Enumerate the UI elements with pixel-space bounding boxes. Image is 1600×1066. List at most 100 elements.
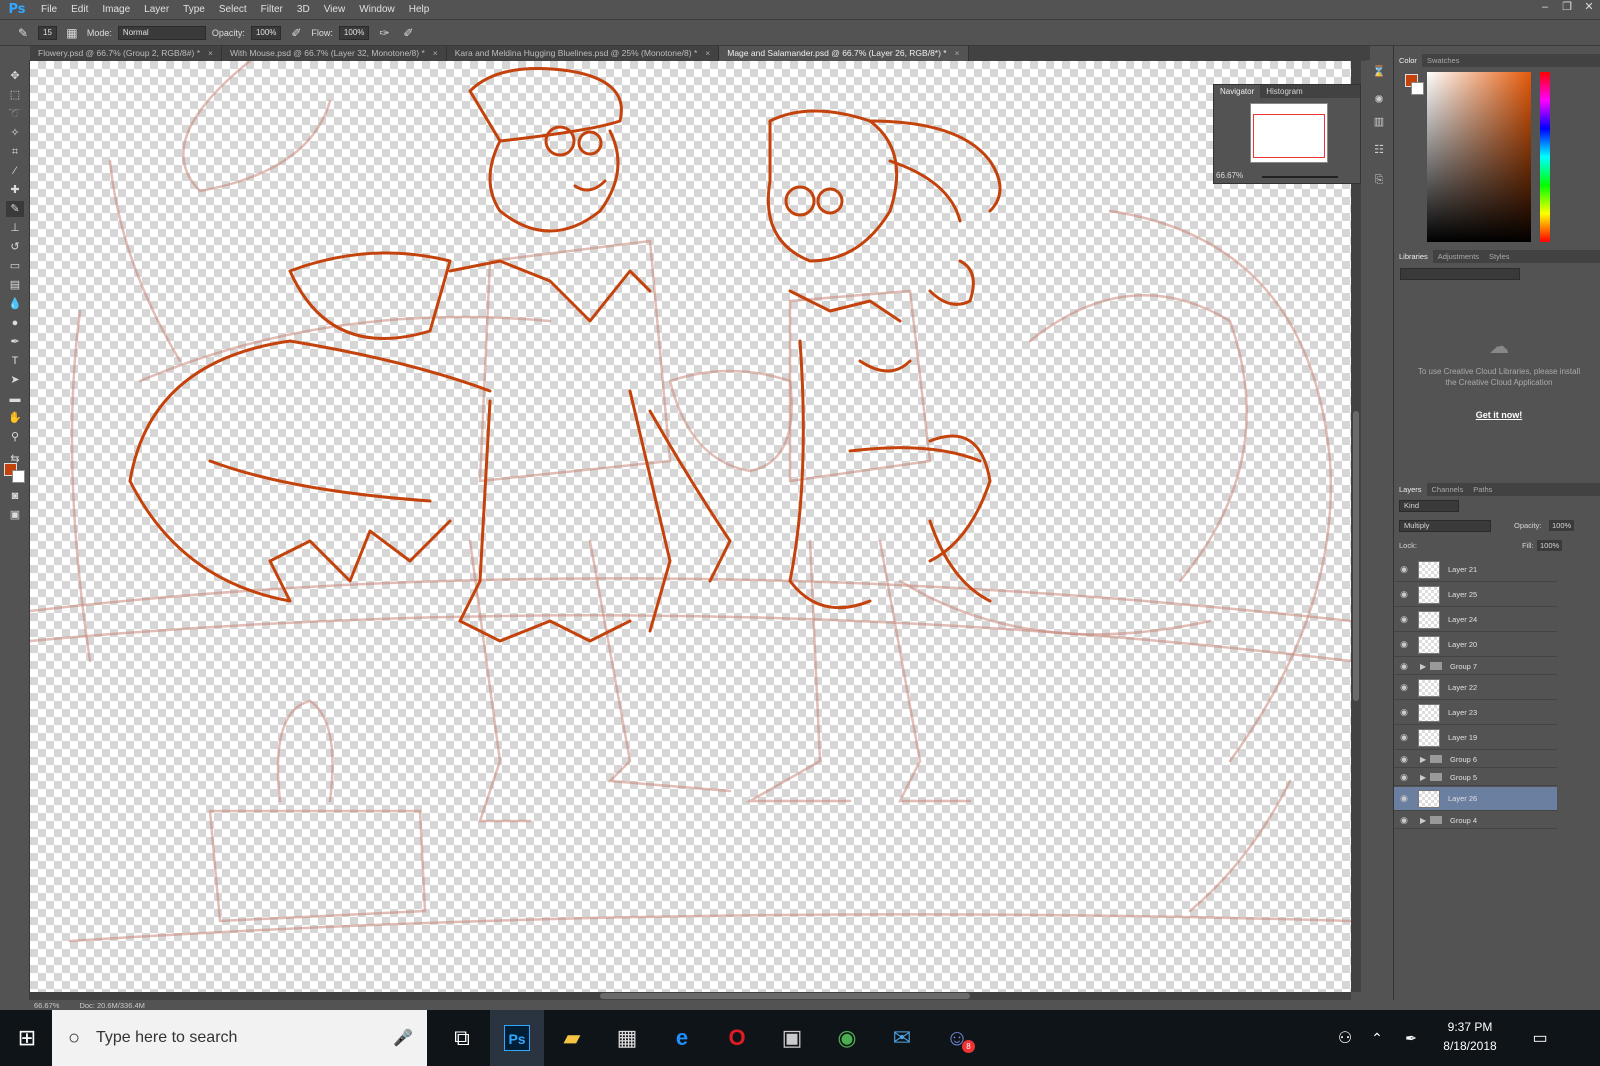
type-tool-icon[interactable]: T — [6, 353, 24, 369]
flow-field[interactable]: 100% — [338, 25, 370, 40]
visibility-eye-icon[interactable]: ◉ — [1394, 732, 1414, 743]
layer-row[interactable]: ◉ Layer 24 — [1394, 608, 1557, 632]
menu-file[interactable]: File — [34, 4, 64, 15]
tab-color[interactable]: Color — [1394, 54, 1422, 67]
airbrush-icon[interactable]: ✑ — [375, 24, 393, 42]
taskbar-search-box[interactable]: ○ Type here to search 🎤 — [52, 1010, 427, 1066]
hand-tool-icon[interactable]: ✋ — [6, 410, 24, 426]
menu-edit[interactable]: Edit — [64, 4, 95, 15]
quick-mask-icon[interactable]: ◙ — [6, 488, 24, 504]
status-doc-size[interactable]: Doc: 20.6M/336.4M — [79, 1001, 144, 1010]
pressure-opacity-icon[interactable]: ✐ — [287, 24, 305, 42]
group-row[interactable]: ◉ ▶ Group 7 — [1394, 658, 1557, 675]
menu-type[interactable]: Type — [176, 4, 212, 15]
dodge-tool-icon[interactable]: ● — [6, 315, 24, 331]
visibility-eye-icon[interactable]: ◉ — [1394, 754, 1414, 765]
brush-preset-icon[interactable]: ✎ — [14, 24, 32, 42]
tab-flowery[interactable]: Flowery.psd @ 66.7% (Group 2, RGB/8#) * × — [30, 46, 222, 61]
vertical-scrollbar[interactable] — [1351, 61, 1361, 992]
visibility-eye-icon[interactable]: ◉ — [1394, 815, 1414, 826]
visibility-eye-icon[interactable]: ◉ — [1394, 614, 1414, 625]
microphone-icon[interactable]: 🎤 — [393, 1028, 413, 1048]
gradient-tool-icon[interactable]: ▤ — [6, 277, 24, 293]
horizontal-scroll-thumb[interactable] — [600, 993, 970, 999]
group-row[interactable]: ◉ ▶ Group 5 — [1394, 769, 1557, 786]
expand-arrow-icon[interactable]: ▶ — [1420, 773, 1430, 782]
tab-with-mouse[interactable]: With Mouse.psd @ 66.7% (Layer 32, Monoto… — [222, 46, 447, 61]
zoom-tool-icon[interactable]: ⚲ — [6, 429, 24, 445]
document-canvas[interactable] — [30, 61, 1351, 992]
fill-field[interactable]: 100% — [1537, 540, 1563, 551]
task-view-icon[interactable]: ⧉ — [435, 1010, 489, 1066]
layer-row-selected[interactable]: ◉ Layer 26 — [1394, 787, 1557, 811]
layer-row[interactable]: ◉ Layer 22 — [1394, 676, 1557, 700]
navigator-zoom-slider[interactable] — [1262, 176, 1338, 178]
move-tool-icon[interactable]: ✥ — [6, 68, 24, 84]
windows-start-icon[interactable]: ⊞ — [0, 1010, 54, 1066]
tab-kara-meldina[interactable]: Kara and Meldina Hugging Bluelines.psd @… — [447, 46, 720, 61]
menu-image[interactable]: Image — [95, 4, 137, 15]
taskbar-clock[interactable]: 9:37 PM 8/18/2018 — [1430, 1018, 1510, 1056]
menu-select[interactable]: Select — [212, 4, 254, 15]
navigator-thumbnail[interactable] — [1250, 103, 1328, 163]
menu-filter[interactable]: Filter — [254, 4, 290, 15]
tab-navigator[interactable]: Navigator — [1214, 85, 1261, 98]
opacity-field[interactable]: 100% — [250, 25, 282, 40]
crop-tool-icon[interactable]: ⌗ — [6, 144, 24, 160]
visibility-eye-icon[interactable]: ◉ — [1394, 564, 1414, 575]
edge-icon[interactable]: e — [655, 1010, 709, 1066]
action-center-icon[interactable]: ▭ — [1520, 1010, 1560, 1066]
menu-help[interactable]: Help — [402, 4, 437, 15]
pen-workspace-icon[interactable]: ✒ — [1396, 1010, 1426, 1066]
stamp-tool-icon[interactable]: ⊥ — [6, 220, 24, 236]
mode-select[interactable]: Normal — [117, 25, 206, 40]
vertical-scroll-thumb[interactable] — [1353, 411, 1359, 701]
expand-arrow-icon[interactable]: ▶ — [1420, 662, 1430, 671]
tab-close-icon[interactable]: × — [433, 46, 438, 61]
menu-3d[interactable]: 3D — [290, 4, 317, 15]
menu-view[interactable]: View — [317, 4, 353, 15]
photoshop-taskbar-icon[interactable]: Ps — [490, 1010, 544, 1066]
get-it-now-link[interactable]: Get it now! — [1444, 410, 1554, 420]
group-row[interactable]: ◉ ▶ Group 6 — [1394, 751, 1557, 768]
brush-size-field[interactable]: 15 — [38, 25, 57, 40]
layer-opacity-field[interactable]: 100% — [1549, 520, 1575, 531]
eraser-tool-icon[interactable]: ▭ — [6, 258, 24, 274]
healing-tool-icon[interactable]: ✚ — [6, 182, 24, 198]
app-icon[interactable]: ▣ — [765, 1010, 819, 1066]
brush-tool-icon[interactable]: ✎ — [6, 201, 24, 217]
tab-close-icon[interactable]: × — [705, 46, 710, 61]
navigator-zoom[interactable]: 66.67% — [1216, 171, 1243, 180]
menu-layer[interactable]: Layer — [137, 4, 176, 15]
visibility-eye-icon[interactable]: ◉ — [1394, 589, 1414, 600]
character-icon[interactable]: ⎘ — [1371, 172, 1387, 188]
library-select[interactable] — [1400, 268, 1520, 280]
color-picker-field[interactable] — [1427, 72, 1531, 242]
eyedropper-tool-icon[interactable]: ⁄ — [6, 163, 24, 179]
clone-source-icon[interactable]: ▥ — [1371, 114, 1387, 130]
tab-channels[interactable]: Channels — [1427, 483, 1469, 496]
layer-row[interactable]: ◉ Layer 25 — [1394, 583, 1557, 607]
close-button[interactable]: ✕ — [1578, 0, 1600, 16]
layer-row[interactable]: ◉ Layer 23 — [1394, 701, 1557, 725]
mail-icon[interactable]: ✉ — [875, 1010, 929, 1066]
lasso-tool-icon[interactable]: ➰ — [6, 106, 24, 122]
chevron-up-icon[interactable]: ⌃ — [1362, 1010, 1392, 1066]
tab-swatches[interactable]: Swatches — [1422, 54, 1465, 67]
tab-layers[interactable]: Layers — [1394, 483, 1427, 496]
file-explorer-icon[interactable]: ▰ — [545, 1010, 599, 1066]
tab-styles[interactable]: Styles — [1484, 250, 1514, 263]
layer-row[interactable]: ◉ Layer 19 — [1394, 726, 1557, 750]
tab-paths[interactable]: Paths — [1468, 483, 1497, 496]
visibility-eye-icon[interactable]: ◉ — [1394, 661, 1414, 672]
menu-window[interactable]: Window — [352, 4, 402, 15]
screen-mode-icon[interactable]: ▣ — [6, 507, 24, 523]
minimize-button[interactable]: – — [1534, 0, 1556, 16]
magic-wand-icon[interactable]: ✧ — [6, 125, 24, 141]
pressure-size-icon[interactable]: ✐ — [399, 24, 417, 42]
tab-mage-salamander[interactable]: Mage and Salamander.psd @ 66.7% (Layer 2… — [719, 46, 969, 61]
visibility-eye-icon[interactable]: ◉ — [1394, 639, 1414, 650]
blend-mode-select[interactable]: Multiply — [1399, 520, 1491, 532]
brush-panel-icon[interactable]: ▦ — [63, 24, 81, 42]
chrome-icon[interactable]: ◉ — [820, 1010, 874, 1066]
